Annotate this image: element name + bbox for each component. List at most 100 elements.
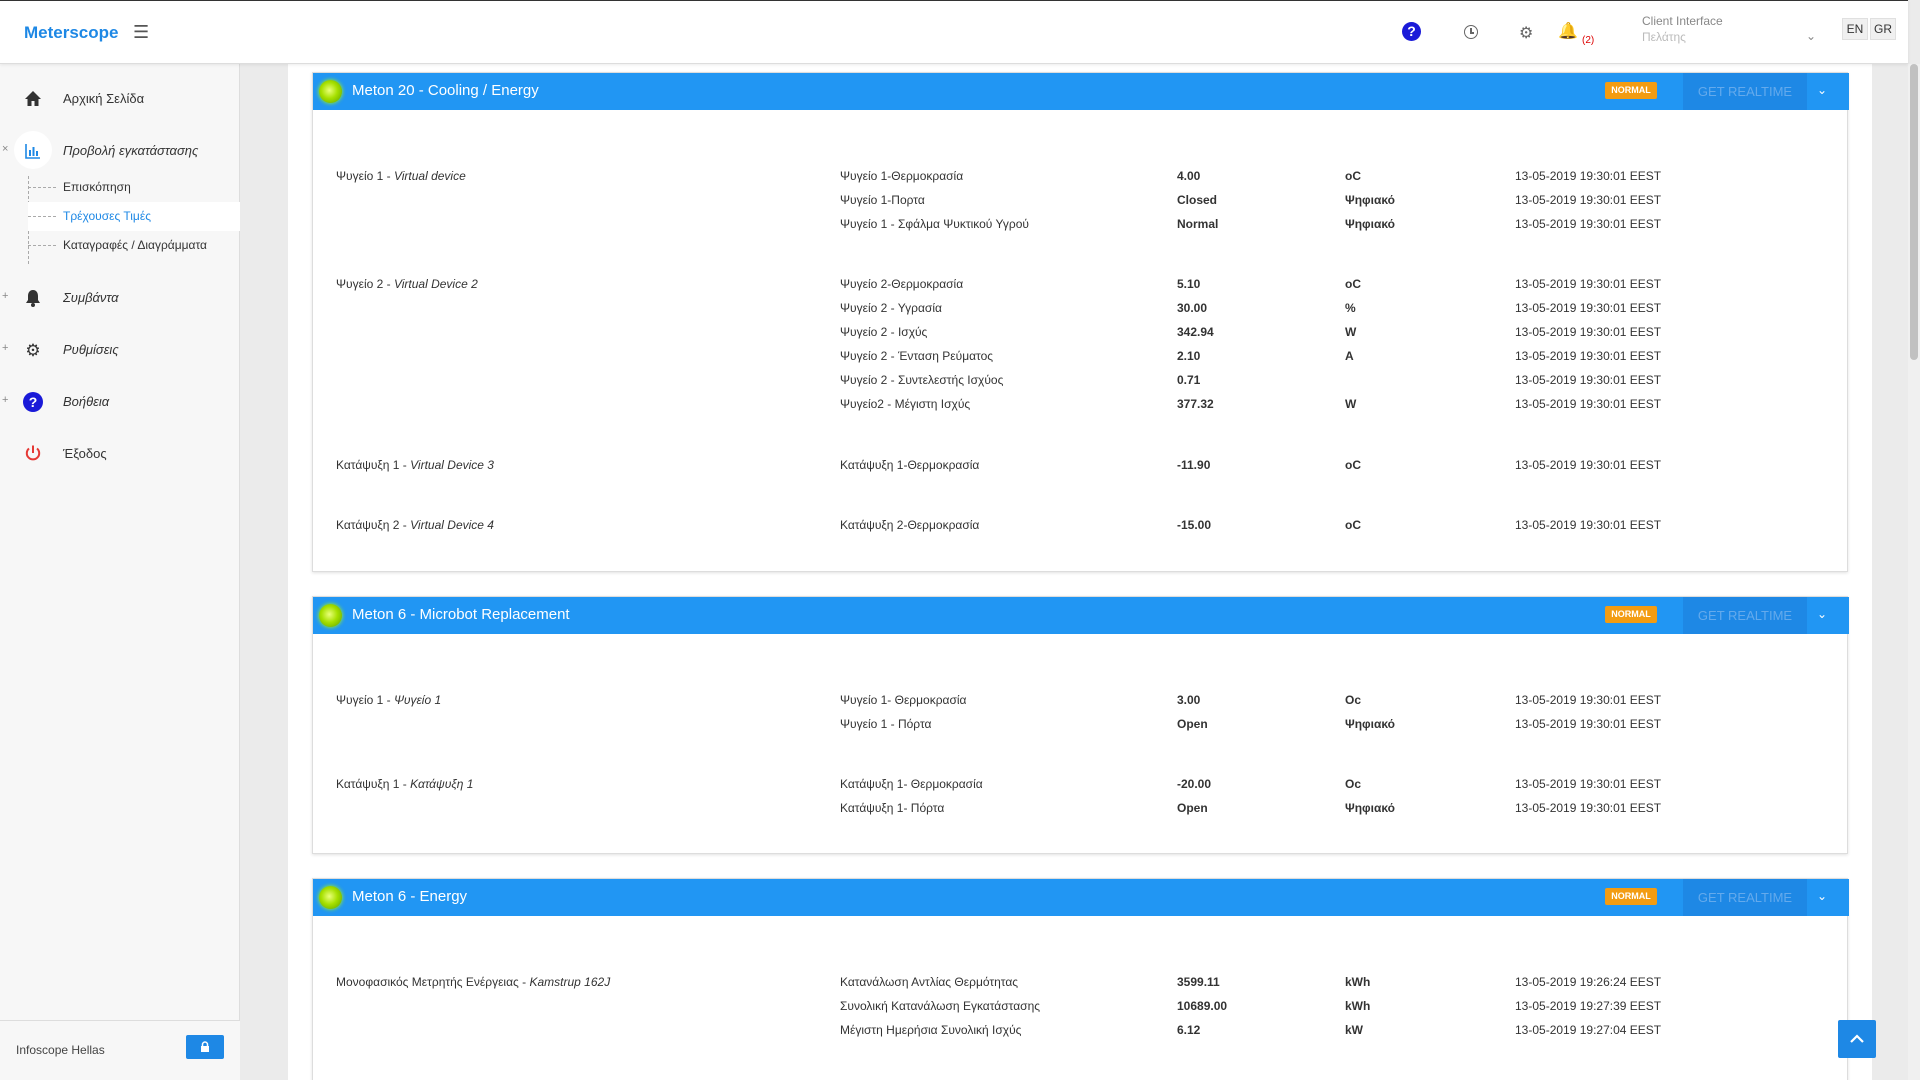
sidebar-item-installation[interactable]: × Προβολή εγκατάστασης — [0, 131, 240, 169]
sensor-name: Ψυγείο2 - Μέγιστη Ισχύς — [840, 397, 971, 411]
expand-icon[interactable]: + — [2, 342, 8, 354]
sensor-unit: kWh — [1345, 999, 1371, 1013]
sensor-timestamp: 13-05-2019 19:30:01 EEST — [1515, 693, 1662, 707]
sensor-name: Ψυγείο 2-Θερμοκρασία — [840, 277, 964, 291]
sensor-unit: oC — [1345, 169, 1361, 183]
sidebar-item-settings[interactable]: + ⚙ Ρυθμίσεις — [0, 332, 240, 368]
sensor-timestamp: 13-05-2019 19:30:01 EEST — [1515, 193, 1662, 207]
panel-header[interactable]: Meton 6 - Energy NORMAL GET REALTIME ⌄ — [313, 879, 1849, 916]
scroll-to-top-button[interactable] — [1838, 1020, 1876, 1058]
clock-icon[interactable] — [1464, 25, 1478, 39]
get-realtime-button[interactable]: GET REALTIME — [1683, 879, 1807, 916]
scrollbar-thumb[interactable] — [1910, 64, 1918, 360]
sensor-timestamp: 13-05-2019 19:30:01 EEST — [1515, 373, 1662, 387]
sensor-name: Κατάψυξη 1- Πόρτα — [840, 801, 945, 815]
notification-count[interactable]: (2) — [1582, 35, 1594, 46]
status-led-icon — [319, 80, 342, 103]
sensor-name: Ψυγείο 1 - Πόρτα — [840, 717, 932, 731]
chevron-down-icon[interactable]: ⌄ — [1817, 607, 1827, 621]
power-icon — [22, 444, 44, 466]
chevron-down-icon[interactable]: ⌄ — [1817, 83, 1827, 97]
tree-dash — [28, 245, 56, 246]
sidebar-item-label: Ρυθμίσεις — [63, 342, 119, 357]
sensor-name: Μέγιστη Ημερήσια Συνολική Ισχύς — [840, 1023, 1022, 1037]
meter-panel: Meton 6 - Energy NORMAL GET REALTIME ⌄ Μ… — [312, 878, 1849, 1080]
sidebar-subitem-overview[interactable]: Επισκόπηση — [28, 173, 240, 202]
sidebar-item-events[interactable]: + Συμβάντα — [0, 280, 240, 316]
sensor-name: Ψυγείο 1-Θερμοκρασία — [840, 169, 964, 183]
sensor-value: 342.94 — [1177, 325, 1214, 339]
sensor-value: 4.00 — [1177, 169, 1201, 183]
sidebar-subitem-label: Καταγραφές / Διαγράμματα — [63, 238, 207, 252]
get-realtime-button[interactable]: GET REALTIME — [1683, 597, 1807, 634]
sensor-value: -20.00 — [1177, 777, 1212, 791]
sidebar-item-home[interactable]: Αρχική Σελίδα — [0, 81, 240, 117]
chevron-down-icon[interactable]: ⌄ — [1817, 889, 1827, 903]
sensor-unit: W — [1345, 397, 1357, 411]
sensor-unit: Ψηφιακό — [1345, 717, 1395, 731]
sensor-name: Κατάψυξη 2-Θερμοκρασία — [840, 518, 980, 532]
lang-gr-button[interactable]: GR — [1870, 18, 1896, 40]
lock-button[interactable] — [186, 1035, 224, 1059]
sidebar-subitem-current-values[interactable]: Τρέχουσες Τιμές — [28, 202, 240, 231]
sensor-value: 6.12 — [1177, 1023, 1201, 1037]
sidebar-item-logout[interactable]: Έξοδος — [0, 436, 240, 472]
sensor-value: Normal — [1177, 217, 1219, 231]
device-label: Κατάψυξη 2 - Virtual Device 4 — [336, 518, 494, 532]
help-icon[interactable]: ? — [1402, 22, 1421, 41]
sensor-timestamp: 13-05-2019 19:30:01 EEST — [1515, 518, 1662, 532]
status-badge: NORMAL — [1605, 888, 1657, 905]
device-label: Μονοφασικός Μετρητής Ενέργειας - Kamstru… — [336, 975, 611, 989]
help-icon: ? — [22, 392, 44, 414]
sensor-unit: Oc — [1345, 693, 1362, 707]
panel-title: Meton 6 - Microbot Replacement — [352, 606, 570, 623]
home-icon — [22, 89, 44, 111]
expand-icon[interactable]: + — [2, 394, 8, 406]
sensor-unit: A — [1345, 349, 1354, 363]
sidebar-item-help[interactable]: + ? Βοήθεια — [0, 384, 240, 420]
sensor-unit: Ψηφιακό — [1345, 193, 1395, 207]
table-row: Ψυγείο 2 - Ένταση Ρεύματος 2.10 A 13-05-… — [313, 349, 1849, 369]
table-row: Ψυγείο 1 - Σφάλμα Ψυκτικού Υγρού Normal … — [313, 217, 1849, 237]
device-label: Ψυγείο 1 - Virtual device — [336, 169, 466, 183]
gear-icon[interactable]: ⚙ — [1519, 23, 1533, 43]
sensor-timestamp: 13-05-2019 19:30:01 EEST — [1515, 397, 1662, 411]
table-row: Ψυγείο 1-Πορτα Closed Ψηφιακό 13-05-2019… — [313, 193, 1849, 213]
sidebar-item-label: Συμβάντα — [63, 290, 119, 305]
panel-header[interactable]: Meton 6 - Microbot Replacement NORMAL GE… — [313, 597, 1849, 634]
sidebar-subitem-logs[interactable]: Καταγραφές / Διαγράμματα — [28, 231, 240, 260]
table-row: Κατάψυξη 1 - Virtual Device 3 Κατάψυξη 1… — [313, 458, 1849, 478]
sensor-timestamp: 13-05-2019 19:30:01 EEST — [1515, 777, 1662, 791]
sidebar-item-label: Προβολή εγκατάστασης — [63, 143, 199, 158]
device-label: Ψυγείο 2 - Virtual Device 2 — [336, 277, 478, 291]
sensor-timestamp: 13-05-2019 19:26:24 EEST — [1515, 975, 1662, 989]
sensor-name: Ψυγείο 2 - Συντελεστής Ισχύος — [840, 373, 1004, 387]
page-scrollbar[interactable] — [1908, 64, 1920, 1080]
sensor-name: Ψυγείο 1-Πορτα — [840, 193, 925, 207]
client-selector[interactable]: Client Interface Πελάτης — [1642, 14, 1822, 44]
lang-en-button[interactable]: EN — [1842, 18, 1868, 40]
brand-logo[interactable]: Meterscope — [24, 23, 118, 43]
sensor-unit: kW — [1345, 1023, 1363, 1037]
client-title: Client Interface — [1642, 14, 1723, 28]
close-icon[interactable]: × — [2, 143, 8, 155]
expand-icon[interactable]: + — [2, 290, 8, 302]
sensor-value: Open — [1177, 801, 1208, 815]
sensor-name: Ψυγείο 2 - Υγρασία — [840, 301, 942, 315]
sensor-value: 3.00 — [1177, 693, 1201, 707]
table-row: Μέγιστη Ημερήσια Συνολική Ισχύς 6.12 kW … — [313, 1023, 1849, 1043]
sensor-unit: oC — [1345, 518, 1361, 532]
table-row: Ψυγείο 1 - Ψυγείο 1 Ψυγείο 1- Θερμοκρασί… — [313, 693, 1849, 713]
panel-header[interactable]: Meton 20 - Cooling / Energy NORMAL GET R… — [313, 73, 1849, 110]
table-row: Ψυγείο 2 - Ισχύς 342.94 W 13-05-2019 19:… — [313, 325, 1849, 345]
menu-toggle-icon[interactable]: ☰ — [133, 22, 149, 43]
bell-icon — [22, 288, 44, 310]
bell-icon[interactable]: 🔔 — [1558, 21, 1578, 41]
sensor-timestamp: 13-05-2019 19:30:01 EEST — [1515, 169, 1662, 183]
table-row: Ψυγείο 1 - Virtual device Ψυγείο 1-Θερμο… — [313, 169, 1849, 189]
get-realtime-button[interactable]: GET REALTIME — [1683, 73, 1807, 110]
chevron-down-icon[interactable]: ⌄ — [1806, 29, 1816, 43]
table-row: Ψυγείο 2 - Υγρασία 30.00 % 13-05-2019 19… — [313, 301, 1849, 321]
company-name: Infoscope Hellas — [16, 1043, 105, 1057]
sidebar-footer: Infoscope Hellas — [0, 1020, 240, 1080]
